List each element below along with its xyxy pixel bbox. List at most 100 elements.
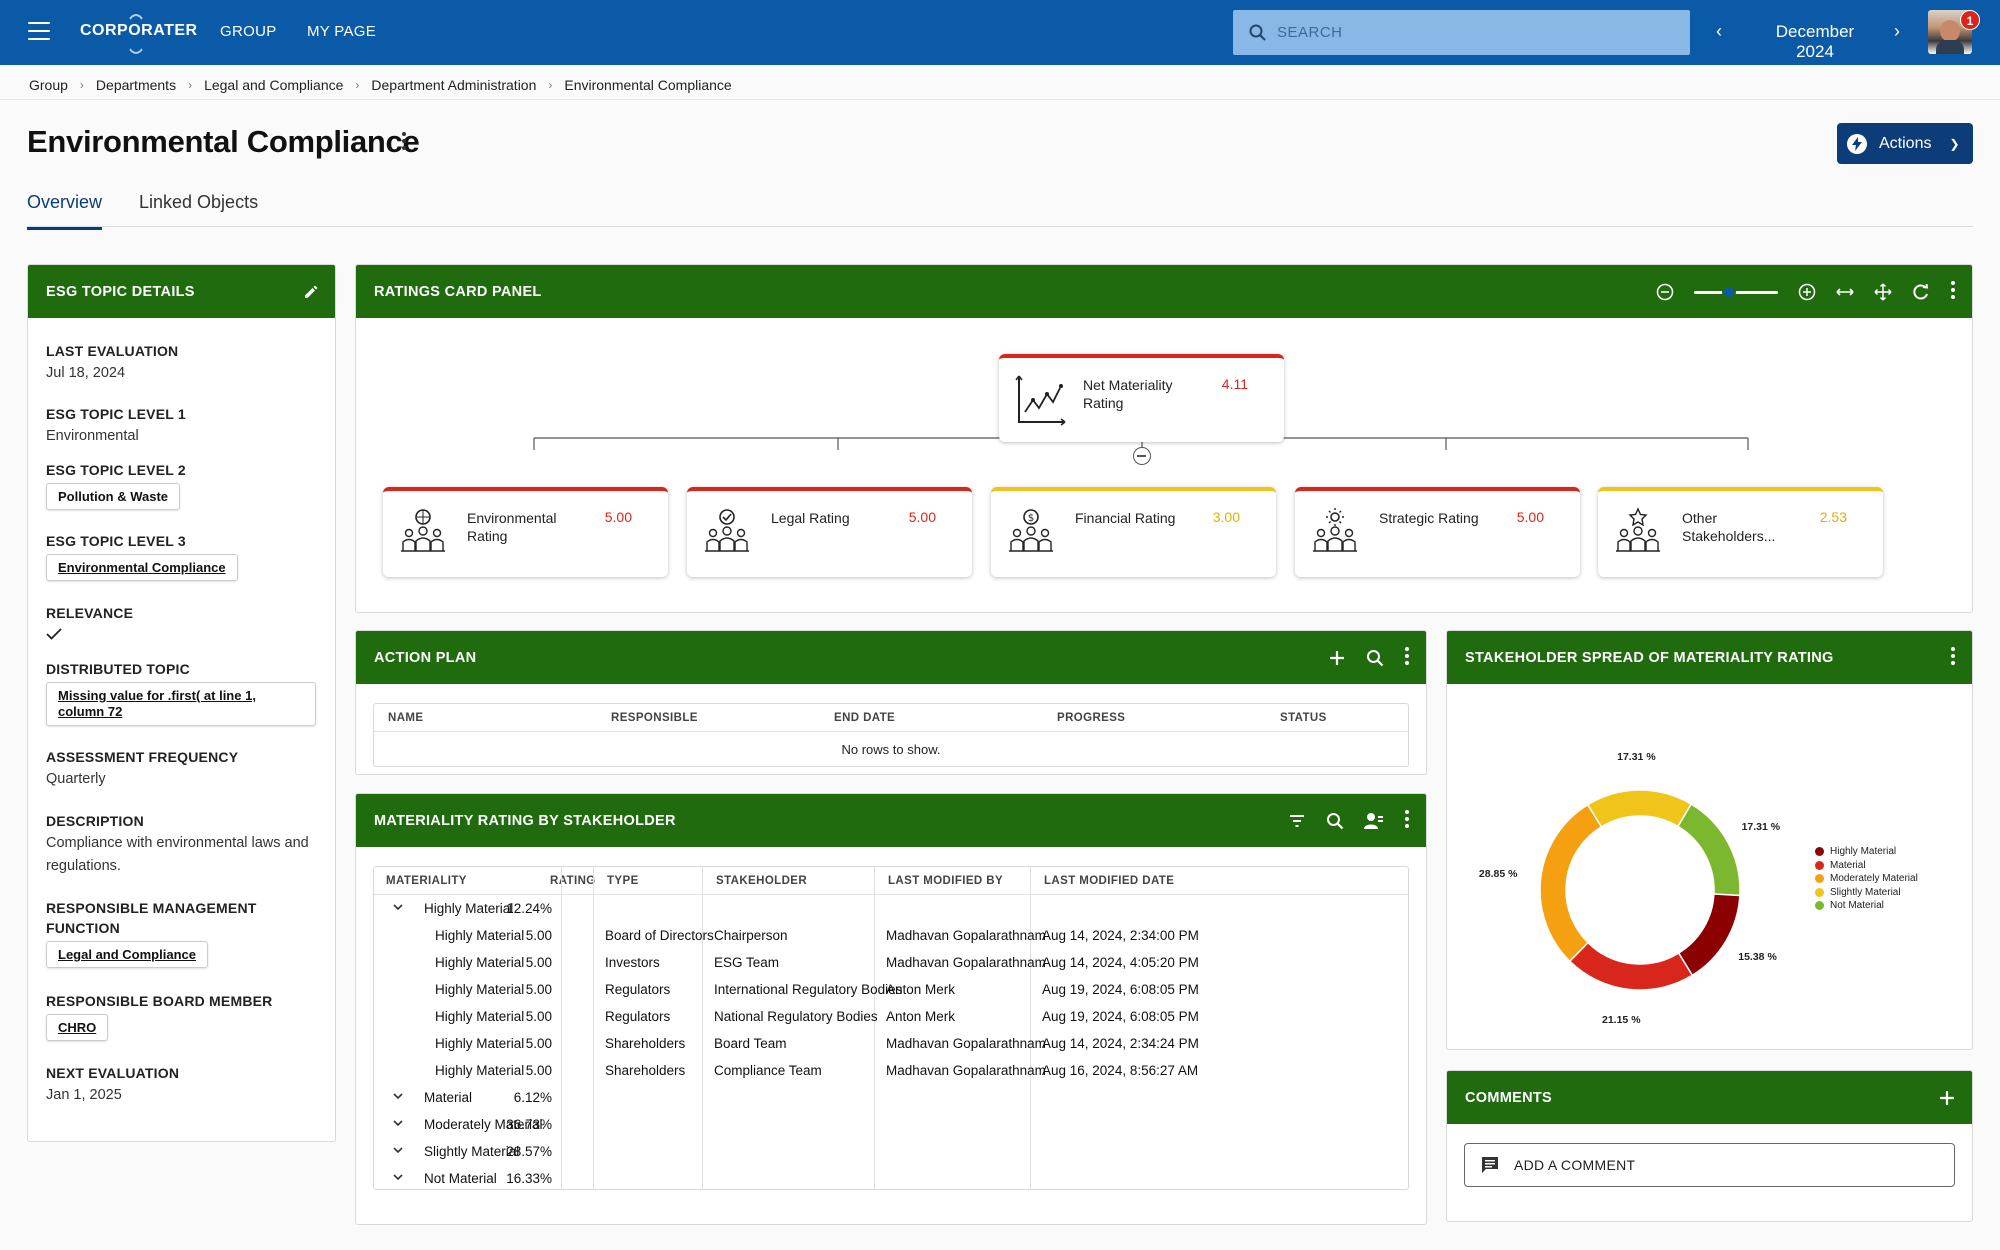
current-period[interactable]: December 2024 xyxy=(1755,22,1875,62)
column-header[interactable]: LAST MODIFIED DATE xyxy=(1044,875,1174,887)
fit-width-icon[interactable] xyxy=(1836,283,1854,301)
menu-icon[interactable] xyxy=(28,22,50,42)
search-icon xyxy=(1249,24,1266,41)
chevron-down-icon[interactable] xyxy=(392,1171,404,1183)
column-header[interactable]: RESPONSIBLE xyxy=(611,712,698,724)
field-level-3: ESG TOPIC LEVEL 3 Environmental Complianc… xyxy=(46,531,238,581)
column-header[interactable]: RATING xyxy=(550,875,596,887)
legend-item[interactable]: Highly Material xyxy=(1815,845,1918,859)
group-row[interactable]: Highly Material 12.24% xyxy=(374,895,1408,922)
next-period-button[interactable]: › xyxy=(1894,21,1900,42)
breadcrumb-item[interactable]: Group xyxy=(29,77,68,93)
table-row[interactable]: Highly Material 5.00 Investors ESG Team Madh… xyxy=(374,949,1408,976)
panel-menu-icon[interactable] xyxy=(1404,647,1410,668)
breadcrumb-item[interactable]: Department Administration xyxy=(371,77,536,93)
breadcrumb-item-current[interactable]: Environmental Compliance xyxy=(564,77,731,93)
column-header[interactable]: LAST MODIFIED BY xyxy=(888,875,1003,887)
field-value: Jan 1, 2025 xyxy=(46,1087,122,1103)
link-chip[interactable]: Environmental Compliance xyxy=(46,554,238,581)
panel-menu-icon[interactable] xyxy=(1950,281,1956,302)
zoom-slider[interactable] xyxy=(1694,283,1778,301)
search-icon[interactable] xyxy=(1366,649,1384,667)
column-header[interactable]: NAME xyxy=(388,712,423,724)
tab-overview[interactable]: Overview xyxy=(27,192,103,230)
rating-card-strategic[interactable]: Strategic Rating 5.00 xyxy=(1295,487,1580,577)
zoom-in-icon[interactable] xyxy=(1798,283,1816,301)
rating-card-financial[interactable]: $ Financial Rating 3.00 xyxy=(991,487,1276,577)
donut-slice[interactable] xyxy=(1676,803,1741,897)
group-row[interactable]: Slightly Material 28.57% xyxy=(374,1138,1408,1165)
add-icon[interactable] xyxy=(1328,649,1346,667)
search-icon[interactable] xyxy=(1326,812,1344,830)
legend-item[interactable]: Moderately Material xyxy=(1815,872,1918,886)
chevron-down-icon[interactable] xyxy=(392,1144,404,1156)
move-icon[interactable] xyxy=(1874,282,1892,301)
chevron-down-icon[interactable] xyxy=(392,901,404,913)
column-header[interactable]: PROGRESS xyxy=(1057,712,1125,724)
chevron-down-icon[interactable] xyxy=(392,1117,404,1129)
link-chip[interactable]: CHRO xyxy=(46,1014,109,1041)
table-header: MATERIALITY RATING TYPE STAKEHOLDER LAST… xyxy=(374,867,1408,895)
column-header[interactable]: TYPE xyxy=(607,875,639,887)
logo[interactable]: CORPORATER xyxy=(80,14,198,54)
legend-item[interactable]: Slightly Material xyxy=(1815,886,1918,900)
prev-period-button[interactable]: ‹ xyxy=(1716,21,1722,42)
cell-rating: 12.24% xyxy=(506,901,552,916)
rating-card-legal[interactable]: Legal Rating 5.00 xyxy=(687,487,972,577)
chevron-down-icon[interactable] xyxy=(392,1090,404,1102)
filter-icon[interactable] xyxy=(1288,812,1306,830)
column-header[interactable]: END DATE xyxy=(834,712,895,724)
collapse-node-button[interactable] xyxy=(1133,447,1151,465)
panel-menu-icon[interactable] xyxy=(1950,647,1956,668)
group-row[interactable]: Moderately Material 36.73% xyxy=(374,1111,1408,1138)
cell-type: Regulators xyxy=(605,982,671,997)
user-settings-icon[interactable] xyxy=(1364,812,1384,830)
donut-slice[interactable] xyxy=(1568,941,1694,991)
page-menu-icon[interactable] xyxy=(401,132,407,154)
rating-value: 3.00 xyxy=(1212,509,1240,525)
group-row[interactable]: Not Material 16.33% xyxy=(374,1165,1408,1189)
table-row[interactable]: Highly Material 5.00 Board of Directors Cha… xyxy=(374,922,1408,949)
cell-type: Board of Directors xyxy=(605,928,714,943)
materiality-donut-chart xyxy=(1539,789,1741,991)
column-header[interactable]: STATUS xyxy=(1280,712,1327,724)
breadcrumb-item[interactable]: Departments xyxy=(96,77,176,93)
nav-group[interactable]: GROUP xyxy=(220,23,277,40)
donut-slice[interactable] xyxy=(1539,803,1603,963)
tab-linked-objects[interactable]: Linked Objects xyxy=(139,192,258,227)
link-chip[interactable]: Legal and Compliance xyxy=(46,941,208,968)
edit-icon[interactable] xyxy=(303,284,319,300)
stakeholder-group-icon xyxy=(705,509,749,552)
legend-item[interactable]: Material xyxy=(1815,859,1918,873)
cell-rating: 16.33% xyxy=(506,1171,552,1186)
table-row[interactable]: Highly Material 5.00 Regulators Internation… xyxy=(374,976,1408,1003)
legend-item[interactable]: Not Material xyxy=(1815,899,1918,913)
donut-slice[interactable] xyxy=(1677,893,1741,977)
rating-card-other-stakeholders[interactable]: Other Stakeholders... 2.53 xyxy=(1598,487,1883,577)
refresh-icon[interactable] xyxy=(1912,283,1930,301)
panel-menu-icon[interactable] xyxy=(1404,810,1410,831)
link-chip[interactable]: Missing value for .first( at line 1, col… xyxy=(46,682,316,726)
donut-slice[interactable] xyxy=(1586,789,1693,828)
search-box[interactable] xyxy=(1233,10,1690,55)
column-header[interactable]: MATERIALITY xyxy=(386,875,467,887)
panel-header: RATINGS CARD PANEL xyxy=(356,265,1972,318)
notification-badge[interactable]: 1 xyxy=(1960,10,1980,30)
rating-card-environmental[interactable]: Environmental Rating 5.00 xyxy=(383,487,668,577)
table-row[interactable]: Highly Material 5.00 Shareholders Complianc… xyxy=(374,1057,1408,1084)
panel-header: ACTION PLAN xyxy=(356,631,1426,684)
breadcrumb-item[interactable]: Legal and Compliance xyxy=(204,77,343,93)
add-icon[interactable] xyxy=(1938,1089,1956,1107)
group-row[interactable]: Material 6.12% xyxy=(374,1084,1408,1111)
nav-my-page[interactable]: MY PAGE xyxy=(307,23,376,40)
chip[interactable]: Pollution & Waste xyxy=(46,483,181,510)
add-comment-button[interactable]: ADD A COMMENT xyxy=(1464,1143,1955,1187)
search-input[interactable] xyxy=(1277,24,1657,41)
rating-card-net-materiality[interactable]: Net Materiality Rating 4.11 xyxy=(999,354,1284,442)
table-row[interactable]: Highly Material 5.00 Shareholders Board Tea… xyxy=(374,1030,1408,1057)
column-header[interactable]: STAKEHOLDER xyxy=(716,875,807,887)
table-row[interactable]: Highly Material 5.00 Regulators National Re… xyxy=(374,1003,1408,1030)
zoom-out-icon[interactable] xyxy=(1656,283,1674,301)
ratings-card-panel: RATINGS CARD PANEL Net Materiality Ratin… xyxy=(355,264,1973,613)
actions-button[interactable]: Actions ❯ xyxy=(1837,123,1973,164)
